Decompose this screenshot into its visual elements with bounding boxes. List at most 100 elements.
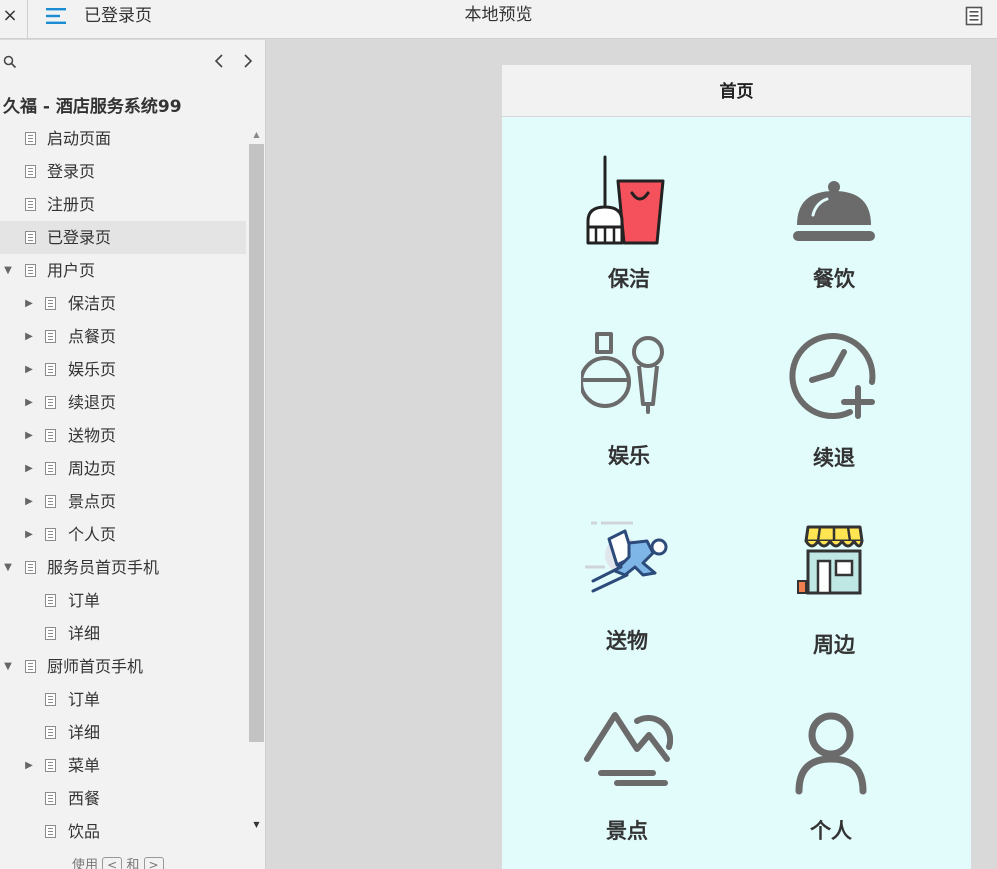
expand-arrow-icon[interactable] bbox=[24, 782, 34, 815]
sidebar-item[interactable]: ▶ 娱乐页 bbox=[0, 353, 246, 386]
expand-arrow-icon[interactable]: ▶ bbox=[24, 518, 34, 551]
sidebar-item[interactable]: ▶ 送物页 bbox=[0, 419, 246, 452]
sidebar-item[interactable]: 订单 bbox=[0, 683, 246, 716]
notes-icon[interactable] bbox=[965, 6, 983, 26]
expand-arrow-icon[interactable] bbox=[3, 221, 13, 254]
sidebar-item[interactable]: ▼ 服务员首页手机 bbox=[0, 551, 246, 584]
sidebar-item[interactable]: ▼ 厨师首页手机 bbox=[0, 650, 246, 683]
sidebar-item-label: 保洁页 bbox=[68, 294, 117, 313]
sidebar-item-label: 周边页 bbox=[68, 459, 117, 478]
project-title: 久福 - 酒店服务系统99 bbox=[3, 97, 182, 117]
sidebar-item[interactable]: 西餐 bbox=[0, 782, 246, 815]
sidebar-item[interactable]: 已登录页 bbox=[0, 221, 246, 254]
sidebar-item-label: 续退页 bbox=[68, 393, 117, 412]
chevron-right-icon[interactable] bbox=[241, 53, 255, 69]
scroll-up-icon[interactable]: ▲ bbox=[248, 128, 265, 142]
sidebar-item[interactable]: ▶ 保洁页 bbox=[0, 287, 246, 320]
sidebar-item-label: 点餐页 bbox=[68, 327, 117, 346]
sidebar-item-label: 详细 bbox=[68, 624, 101, 643]
expand-arrow-icon[interactable]: ▶ bbox=[24, 452, 34, 485]
chevron-left-icon[interactable] bbox=[212, 53, 226, 69]
expand-arrow-icon[interactable] bbox=[3, 122, 13, 155]
sidebar-item[interactable]: ▼ 用户页 bbox=[0, 254, 246, 287]
sidebar-item[interactable]: ▶ 点餐页 bbox=[0, 320, 246, 353]
sidebar-item[interactable]: 饮品 bbox=[0, 815, 246, 848]
tile-label: 周边 bbox=[813, 633, 855, 657]
search-icon[interactable] bbox=[3, 55, 17, 69]
tile-label: 景点 bbox=[606, 819, 648, 843]
page-icon bbox=[45, 462, 56, 475]
page-icon bbox=[25, 264, 36, 277]
broom-bucket-icon bbox=[586, 155, 665, 245]
page-icon bbox=[45, 396, 56, 409]
expand-arrow-icon[interactable]: ▶ bbox=[24, 320, 34, 353]
sidebar-item[interactable]: 登录页 bbox=[0, 155, 246, 188]
search-row bbox=[0, 40, 265, 82]
scrollbar[interactable]: ▲ ▼ bbox=[248, 128, 265, 838]
expand-arrow-icon[interactable]: ▶ bbox=[24, 485, 34, 518]
expand-arrow-icon[interactable]: ▶ bbox=[24, 353, 34, 386]
tile-label: 续退 bbox=[813, 446, 855, 470]
expand-arrow-icon[interactable] bbox=[24, 683, 34, 716]
expand-arrow-icon[interactable]: ▼ bbox=[3, 650, 13, 683]
sidebar-item[interactable]: ▶ 周边页 bbox=[0, 452, 246, 485]
page-icon bbox=[45, 594, 56, 607]
tile-dining[interactable]: 餐饮 bbox=[734, 153, 934, 323]
expand-arrow-icon[interactable]: ▶ bbox=[24, 287, 34, 320]
expand-arrow-icon[interactable] bbox=[24, 716, 34, 749]
page-tree-sidebar: 久福 - 酒店服务系统99 启动页面 登录页 注册页 已登录页 ▼ 用户页 ▶ 保洁页 ▶ 点餐页… bbox=[0, 40, 266, 869]
mountain-sun-icon bbox=[584, 712, 673, 786]
tile-profile[interactable]: 个人 bbox=[731, 705, 931, 869]
sidebar-item-label: 登录页 bbox=[47, 162, 96, 181]
tile-cleaning[interactable]: 保洁 bbox=[529, 153, 729, 323]
sidebar-item[interactable]: ▶ 景点页 bbox=[0, 485, 246, 518]
tile-scenic[interactable]: 景点 bbox=[527, 705, 727, 869]
tile-delivery[interactable]: 送物 bbox=[527, 517, 727, 687]
sidebar-item[interactable]: 详细 bbox=[0, 617, 246, 650]
sidebar-item-label: 已登录页 bbox=[47, 228, 112, 247]
expand-arrow-icon[interactable] bbox=[24, 815, 34, 848]
page-icon bbox=[25, 561, 36, 574]
tile-label: 送物 bbox=[606, 629, 648, 653]
expand-arrow-icon[interactable]: ▶ bbox=[24, 419, 34, 452]
expand-arrow-icon[interactable]: ▼ bbox=[3, 551, 13, 584]
storefront-icon bbox=[797, 525, 864, 595]
expand-arrow-icon[interactable] bbox=[3, 155, 13, 188]
sidebar-item[interactable]: 启动页面 bbox=[0, 122, 246, 155]
page-icon bbox=[25, 165, 36, 178]
sidebar-item-label: 送物页 bbox=[68, 426, 117, 445]
sidebar-item-label: 西餐 bbox=[68, 789, 101, 808]
scroll-down-icon[interactable]: ▼ bbox=[248, 818, 265, 832]
sidebar-item[interactable]: ▶ 续退页 bbox=[0, 386, 246, 419]
expand-arrow-icon[interactable]: ▼ bbox=[3, 254, 13, 287]
sidebar-item-label: 菜单 bbox=[68, 756, 101, 775]
expand-arrow-icon[interactable] bbox=[24, 584, 34, 617]
tile-nearby[interactable]: 周边 bbox=[734, 517, 934, 687]
page-icon bbox=[45, 330, 56, 343]
sidebar-item-label: 饮品 bbox=[68, 822, 101, 841]
tile-entertainment[interactable]: 娱乐 bbox=[529, 330, 729, 500]
sidebar-item-label: 个人页 bbox=[68, 525, 117, 544]
page-icon bbox=[45, 495, 56, 508]
expand-arrow-icon[interactable]: ▶ bbox=[24, 386, 34, 419]
clock-plus-icon bbox=[789, 333, 876, 419]
sidebar-item[interactable]: 订单 bbox=[0, 584, 246, 617]
page-icon bbox=[25, 660, 36, 673]
expand-arrow-icon[interactable] bbox=[24, 617, 34, 650]
page-icon bbox=[25, 231, 36, 244]
sidebar-item[interactable]: ▶ 菜单 bbox=[0, 749, 246, 782]
sidebar-item-label: 启动页面 bbox=[47, 129, 112, 148]
scroll-thumb[interactable] bbox=[249, 144, 264, 742]
sidebar-item-label: 厨师首页手机 bbox=[47, 657, 144, 676]
sidebar-item[interactable]: 注册页 bbox=[0, 188, 246, 221]
sidebar-item[interactable]: ▶ 个人页 bbox=[0, 518, 246, 551]
page-icon bbox=[45, 693, 56, 706]
page-icon bbox=[25, 132, 36, 145]
expand-arrow-icon[interactable] bbox=[3, 188, 13, 221]
page-icon bbox=[45, 825, 56, 838]
sidebar-item-label: 娱乐页 bbox=[68, 360, 117, 379]
sidebar-item[interactable]: 详细 bbox=[0, 716, 246, 749]
page-icon bbox=[45, 792, 56, 805]
tile-checkout[interactable]: 续退 bbox=[734, 330, 934, 500]
expand-arrow-icon[interactable]: ▶ bbox=[24, 749, 34, 782]
